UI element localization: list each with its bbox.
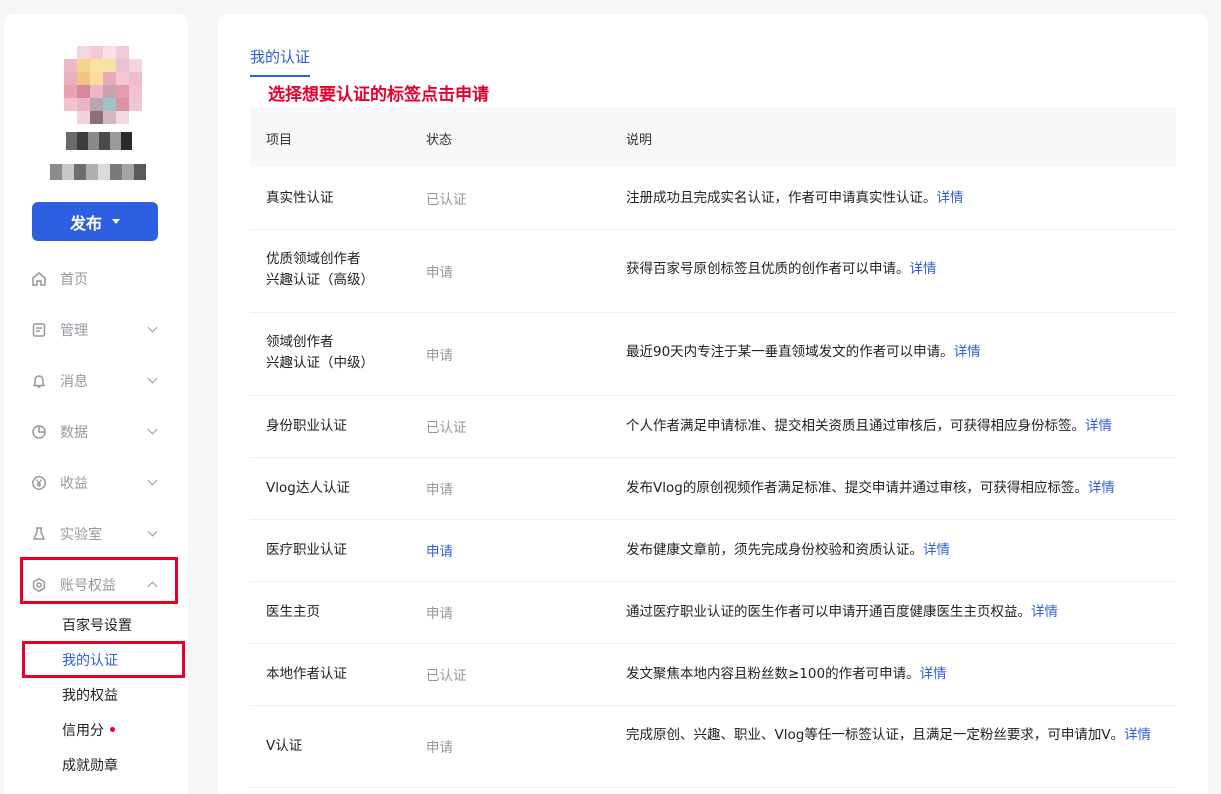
table-row: 真实性认证 已认证 注册成功且完成实名认证，作者可申请真实性认证。详情 [250, 167, 1176, 230]
row-name: 真实性认证 [266, 190, 334, 206]
settings-icon [30, 576, 48, 594]
nav-messages[interactable]: 消息 [30, 366, 160, 396]
sub-item-credit-score[interactable]: 信用分 [62, 720, 115, 740]
detail-link[interactable]: 详情 [937, 190, 964, 206]
row-status: 已认证 [426, 192, 467, 208]
annotation-text: 选择想要认证的标签点击申请 [268, 85, 489, 105]
detail-link[interactable]: 详情 [1085, 418, 1112, 434]
table-row: 医生主页 申请 通过医疗职业认证的医生作者可以申请开通百度健康医生主页权益。详情 [250, 582, 1176, 644]
sub-item-baijiahao-settings[interactable]: 百家号设置 [62, 615, 132, 635]
main-panel: 我的认证 选择想要认证的标签点击申请 项目 状态 说明 真实性认证 已认证 注册… [218, 14, 1208, 794]
header-item: 项目 [266, 133, 293, 148]
chevron-up-icon [147, 581, 158, 592]
table-row: 领域创作者 兴趣认证（中级） 申请 最近90天内专注于某一垂直领域发文的作者可以申… [250, 313, 1176, 396]
table-row: 医疗职业认证 申请 发布健康文章前，须先完成身份校验和资质认证。详情 [250, 520, 1176, 582]
nav-manage[interactable]: 管理 [30, 315, 160, 345]
document-icon [30, 321, 48, 339]
row-name: 领域创作者 兴趣认证（中级） [266, 334, 374, 371]
caret-down-icon [112, 219, 120, 224]
row-name: 本地作者认证 [266, 666, 347, 682]
yen-icon [30, 474, 48, 492]
row-description: 完成原创、兴趣、职业、Vlog等任一标签认证，且满足一定粉丝要求，可申请加V。详… [626, 727, 1152, 743]
bell-icon [30, 372, 48, 390]
row-description: 通过医疗职业认证的医生作者可以申请开通百度健康医生主页权益。详情 [626, 604, 1058, 620]
nav-home-label: 首页 [60, 272, 88, 288]
chevron-down-icon [147, 475, 158, 486]
nav-lab[interactable]: 实验室 [30, 519, 160, 549]
table-row: Vlog达人认证 申请 发布Vlog的原创视频作者满足标准、提交申请并通过审核，… [250, 458, 1176, 520]
nav-income-label: 收益 [60, 476, 88, 492]
nav-account-rights-label: 账号权益 [60, 578, 116, 594]
row-description: 个人作者满足申请标准、提交相关资质且通过审核后，可获得相应身份标签。详情 [626, 418, 1112, 434]
detail-link[interactable]: 详情 [1088, 480, 1115, 496]
lab-flask-icon [30, 525, 48, 543]
detail-link[interactable]: 详情 [954, 344, 981, 360]
row-name: 医生主页 [266, 604, 320, 620]
row-name: 医疗职业认证 [266, 542, 347, 558]
row-name: 身份职业认证 [266, 418, 347, 434]
row-name: Vlog达人认证 [266, 480, 350, 496]
row-status: 已认证 [426, 420, 467, 436]
row-name: 优质领域创作者 兴趣认证（高级） [266, 251, 374, 288]
pie-chart-icon [30, 423, 48, 441]
header-status: 状态 [426, 133, 453, 148]
nav-messages-label: 消息 [60, 374, 88, 390]
home-icon [30, 270, 48, 288]
nav-account-rights[interactable]: 账号权益 [30, 570, 160, 600]
apply-link[interactable]: 申请 [426, 540, 453, 560]
tab-my-certification[interactable]: 我的认证 [250, 46, 311, 77]
row-status: 申请 [426, 482, 453, 498]
chevron-down-icon [147, 373, 158, 384]
table-row: 优质领域创作者 兴趣认证（高级） 申请 获得百家号原创标签且优质的创作者可以申请。… [250, 230, 1176, 313]
table-row: 本地作者认证 已认证 发文聚焦本地内容且粉丝数≥100的作者可申请。详情 [250, 644, 1176, 706]
nav-data[interactable]: 数据 [30, 417, 160, 447]
detail-link[interactable]: 详情 [910, 261, 937, 277]
notification-dot [110, 727, 115, 732]
nav-income[interactable]: 收益 [30, 468, 160, 498]
row-description: 发布Vlog的原创视频作者满足标准、提交申请并通过审核，可获得相应标签。详情 [626, 480, 1115, 496]
sub-item-my-certification[interactable]: 我的认证 [62, 650, 118, 670]
nav-data-label: 数据 [60, 425, 88, 441]
nav-lab-label: 实验室 [60, 527, 102, 543]
detail-link[interactable]: 详情 [1124, 727, 1151, 743]
header-description: 说明 [626, 133, 653, 148]
detail-link[interactable]: 详情 [920, 666, 947, 682]
row-name: V认证 [266, 738, 303, 754]
row-description: 发布健康文章前，须先完成身份校验和资质认证。详情 [626, 542, 950, 558]
row-status: 申请 [426, 265, 453, 281]
row-description: 注册成功且完成实名认证，作者可申请真实性认证。详情 [626, 190, 964, 206]
sub-item-achievement-badges[interactable]: 成就勋章 [62, 755, 118, 775]
publish-label: 发布 [69, 213, 102, 233]
row-description: 最近90天内专注于某一垂直领域发文的作者可以申请。详情 [626, 344, 981, 360]
row-status: 已认证 [426, 668, 467, 684]
sidebar: 发布 首页 管理 消息 数据 收益 实验室 账号权益 百家号设置 我的认证 我的… [4, 14, 188, 794]
row-status: 申请 [426, 740, 453, 756]
nav-home[interactable]: 首页 [30, 264, 160, 294]
blurred-user-id [50, 164, 146, 180]
chevron-down-icon [147, 424, 158, 435]
blurred-username [66, 132, 132, 150]
row-status: 申请 [426, 606, 453, 622]
detail-link[interactable]: 详情 [1031, 604, 1058, 620]
row-description: 发文聚焦本地内容且粉丝数≥100的作者可申请。详情 [626, 666, 947, 682]
publish-button[interactable]: 发布 [32, 202, 158, 241]
table-row: V认证 申请 完成原创、兴趣、职业、Vlog等任一标签认证，且满足一定粉丝要求，… [250, 706, 1176, 788]
chevron-down-icon [147, 322, 158, 333]
credit-score-label: 信用分 [62, 723, 104, 739]
table-row: 身份职业认证 已认证 个人作者满足申请标准、提交相关资质且通过审核后，可获得相应… [250, 396, 1176, 458]
chevron-down-icon [147, 526, 158, 537]
nav-manage-label: 管理 [60, 323, 88, 339]
row-status: 申请 [426, 348, 453, 364]
sub-item-my-rights[interactable]: 我的权益 [62, 685, 118, 705]
avatar[interactable] [64, 46, 142, 124]
row-description: 获得百家号原创标签且优质的创作者可以申请。详情 [626, 261, 937, 277]
table-header: 项目 状态 说明 [250, 107, 1176, 167]
detail-link[interactable]: 详情 [923, 542, 950, 558]
